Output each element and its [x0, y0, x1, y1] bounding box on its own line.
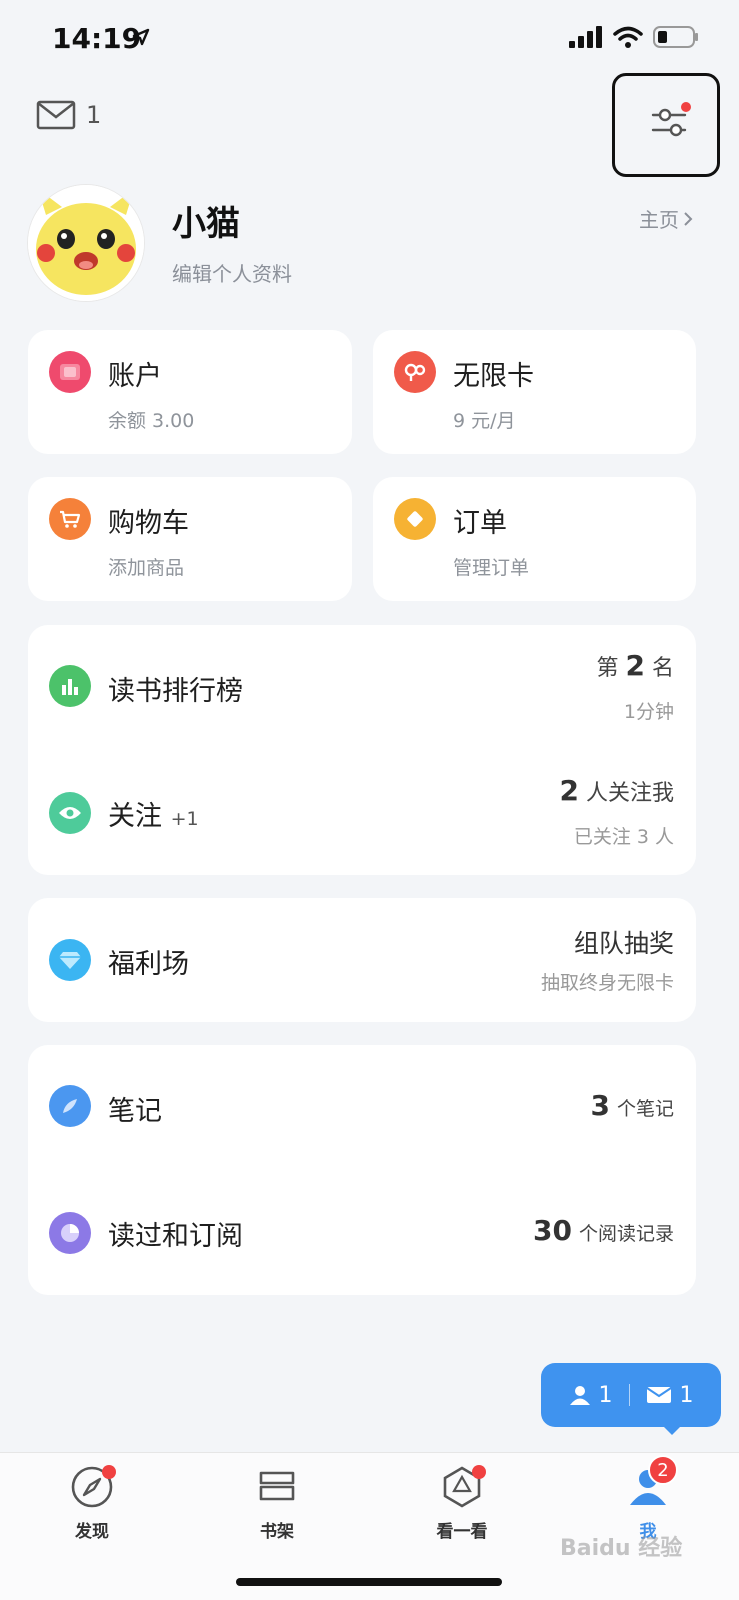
tab-discover[interactable]: 发现 [32, 1465, 152, 1542]
watermark-logo: Baidu 经验 [560, 1536, 683, 1561]
history-row[interactable]: 读过和订阅 30 个阅读记录 [28, 1170, 696, 1295]
cart-sub: 添加商品 [108, 557, 185, 579]
cart-card[interactable]: 购物车 添加商品 [28, 477, 352, 601]
avatar-image [28, 185, 144, 301]
account-card[interactable]: 账户 余额 3.00 [28, 330, 352, 454]
history-num: 30 [533, 1214, 572, 1247]
tab-discover-label: 发现 [75, 1522, 109, 1542]
ranking-follow-card: 读书排行榜 第 2 名 1分钟 关注 +1 2 人关注我 已关注 3 人 [28, 625, 696, 875]
battery-icon [653, 26, 698, 48]
follow-plus: +1 [170, 808, 199, 830]
discover-dot [102, 1465, 116, 1479]
pill-tail [664, 1427, 680, 1435]
settings-button[interactable] [612, 73, 720, 177]
unlimited-title: 无限卡 [453, 361, 534, 392]
orders-icon [394, 498, 436, 540]
cart-icon [49, 498, 91, 540]
rank-value: 2 [625, 649, 645, 682]
social-float-button[interactable]: 1 1 [541, 1363, 721, 1427]
unlimited-card[interactable]: 无限卡 9 元/月 [373, 330, 696, 454]
profile-name: 小猫 [172, 204, 240, 244]
chevron-right-icon [684, 211, 693, 226]
ranking-position: 第 2 名 [596, 649, 674, 682]
follow-eye-icon [49, 792, 91, 834]
orders-sub: 管理订单 [453, 557, 530, 579]
ranking-row[interactable]: 读书排行榜 第 2 名 1分钟 [28, 625, 696, 747]
welfare-sub: 抽取终身无限卡 [540, 972, 674, 994]
history-unit: 个阅读记录 [578, 1223, 674, 1245]
welfare-main: 组队抽奖 [573, 929, 674, 958]
history-pie-icon [49, 1212, 91, 1254]
orders-card[interactable]: 订单 管理订单 [373, 477, 696, 601]
messages-count: 1 [679, 1382, 694, 1408]
friends-segment[interactable]: 1 [569, 1383, 613, 1408]
tab-look-label: 看一看 [436, 1522, 488, 1542]
tab-look[interactable]: 看一看 [402, 1465, 522, 1542]
notes-unit: 个笔记 [616, 1098, 674, 1120]
followers-count: 2 人关注我 [560, 774, 675, 807]
rank-suffix: 名 [651, 656, 674, 681]
unlimited-icon [394, 351, 436, 393]
ranking-time: 1分钟 [623, 701, 674, 723]
history-title: 读过和订阅 [108, 1221, 243, 1252]
ranking-title: 读书排行榜 [108, 676, 243, 707]
look-dot [472, 1465, 486, 1479]
status-time: 14:19 [52, 22, 142, 55]
unlimited-price: 9 元/月 [453, 410, 516, 432]
follow-label: 关注 [108, 801, 162, 832]
notes-row[interactable]: 笔记 3 个笔记 [28, 1045, 696, 1170]
diamond-icon [49, 939, 91, 981]
notes-history-card: 笔记 3 个笔记 读过和订阅 30 个阅读记录 [28, 1045, 696, 1295]
friends-count: 1 [598, 1382, 613, 1408]
avatar[interactable] [28, 185, 144, 301]
tab-bookshelf[interactable]: 书架 [217, 1465, 337, 1542]
mail-icon [36, 100, 76, 130]
me-badge: 2 [648, 1455, 678, 1485]
home-indicator [236, 1578, 502, 1586]
status-bar: 14:19 [0, 0, 739, 80]
cart-title: 购物车 [108, 508, 189, 539]
settings-sliders-icon [651, 102, 691, 137]
pill-divider [628, 1384, 630, 1406]
edit-profile-link[interactable]: 编辑个人资料 [172, 258, 292, 287]
followers-text: 人关注我 [585, 781, 674, 806]
welfare-title: 福利场 [108, 949, 189, 980]
mail-count: 1 [86, 101, 102, 129]
following-count: 已关注 3 人 [573, 826, 674, 848]
location-arrow-icon [132, 28, 150, 46]
followers-num: 2 [559, 774, 579, 807]
person-icon [569, 1386, 590, 1405]
notes-num: 3 [590, 1089, 610, 1122]
home-page-link[interactable]: 主页 [639, 204, 693, 233]
signal-icon [569, 26, 602, 48]
rank-prefix: 第 [596, 656, 619, 681]
notes-count: 3 个笔记 [591, 1089, 675, 1122]
feather-icon [49, 1085, 91, 1127]
envelope-icon [645, 1387, 672, 1403]
home-link-label: 主页 [639, 208, 679, 232]
notes-title: 笔记 [108, 1096, 162, 1127]
tab-bookshelf-label: 书架 [260, 1522, 294, 1542]
account-balance: 余额 3.00 [108, 410, 195, 432]
follow-row[interactable]: 关注 +1 2 人关注我 已关注 3 人 [28, 750, 696, 875]
inbox-button[interactable]: 1 [36, 100, 101, 130]
account-title: 账户 [108, 361, 162, 392]
bookshelf-icon [259, 1471, 295, 1501]
welfare-card[interactable]: 福利场 组队抽奖 抽取终身无限卡 [28, 898, 696, 1022]
follow-title: 关注 +1 [108, 794, 199, 833]
messages-segment[interactable]: 1 [645, 1382, 694, 1408]
orders-title: 订单 [453, 508, 507, 539]
wifi-icon [613, 26, 643, 48]
status-icons [569, 26, 699, 48]
ranking-icon [49, 665, 91, 707]
account-icon [49, 351, 91, 393]
history-count: 30 个阅读记录 [533, 1214, 674, 1247]
